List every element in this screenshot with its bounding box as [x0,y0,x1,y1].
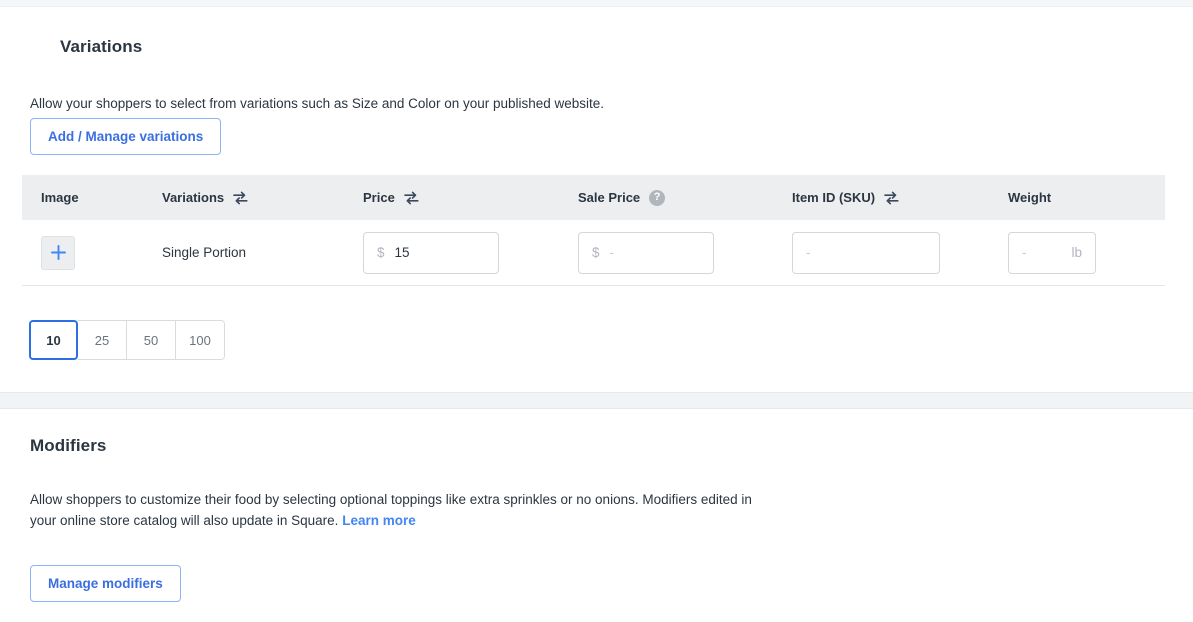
swap-icon[interactable] [404,191,419,205]
column-label-price: Price [363,190,395,205]
column-label-weight: Weight [1008,190,1052,205]
weight-placeholder: - [1022,245,1027,260]
modifiers-section: Modifiers Allow shoppers to customize th… [0,409,1193,622]
row-image-cell [22,235,162,270]
variations-table: Image Variations Price Sale Price ? Item… [22,175,1165,286]
price-currency-prefix: $ [377,245,385,260]
row-weight-cell: - lb [1008,231,1165,274]
add-manage-variations-button[interactable]: Add / Manage variations [30,118,222,155]
weight-unit-suffix: lb [1071,245,1082,260]
sku-placeholder: - [806,245,811,260]
column-header-price: Price [363,190,578,205]
column-header-image: Image [22,190,162,205]
page-size-selector: 10 25 50 100 [29,320,225,360]
column-label-sku: Item ID (SKU) [792,190,876,205]
variation-name: Single Portion [162,245,247,260]
column-label-sale-price: Sale Price [578,190,641,205]
modifiers-description: Allow shoppers to customize their food b… [30,489,775,531]
page-size-50[interactable]: 50 [127,320,176,360]
price-value: 15 [394,245,410,260]
modifiers-title: Modifiers [30,436,107,455]
column-header-variations: Variations [162,190,363,205]
table-row: Single Portion $ 15 $ - - - lb [22,220,1165,286]
manage-modifiers-button[interactable]: Manage modifiers [30,565,181,602]
weight-input[interactable]: - lb [1008,231,1096,274]
row-variation-name-cell: Single Portion [162,245,363,260]
sale-price-placeholder: - [609,245,615,260]
column-label-image: Image [41,190,79,205]
sale-price-currency-prefix: $ [592,245,600,260]
variations-section: Variations Allow your shoppers to select… [0,8,1193,392]
top-strip [0,0,1193,7]
variations-description: Allow your shoppers to select from varia… [30,96,605,111]
column-label-variations: Variations [162,190,225,205]
sale-price-input[interactable]: $ - [578,231,714,274]
page-size-25[interactable]: 25 [78,320,127,360]
sku-input[interactable]: - [792,231,940,274]
plus-icon [50,245,66,260]
variations-title: Variations [60,37,143,56]
column-header-weight: Weight [1008,190,1165,205]
variations-table-header: Image Variations Price Sale Price ? Item… [22,175,1165,220]
column-header-sku: Item ID (SKU) [792,190,1008,205]
row-sale-price-cell: $ - [578,231,792,274]
section-divider [0,392,1193,409]
page-size-10[interactable]: 10 [29,320,78,360]
row-price-cell: $ 15 [363,231,578,274]
learn-more-link[interactable]: Learn more [342,513,416,528]
column-header-sale-price: Sale Price ? [578,189,792,206]
help-icon[interactable]: ? [649,189,666,206]
swap-icon[interactable] [884,191,899,205]
add-image-button[interactable] [41,235,75,270]
price-input[interactable]: $ 15 [363,231,499,274]
swap-icon[interactable] [233,191,248,205]
page-size-100[interactable]: 100 [176,320,225,360]
row-sku-cell: - [792,231,1008,274]
